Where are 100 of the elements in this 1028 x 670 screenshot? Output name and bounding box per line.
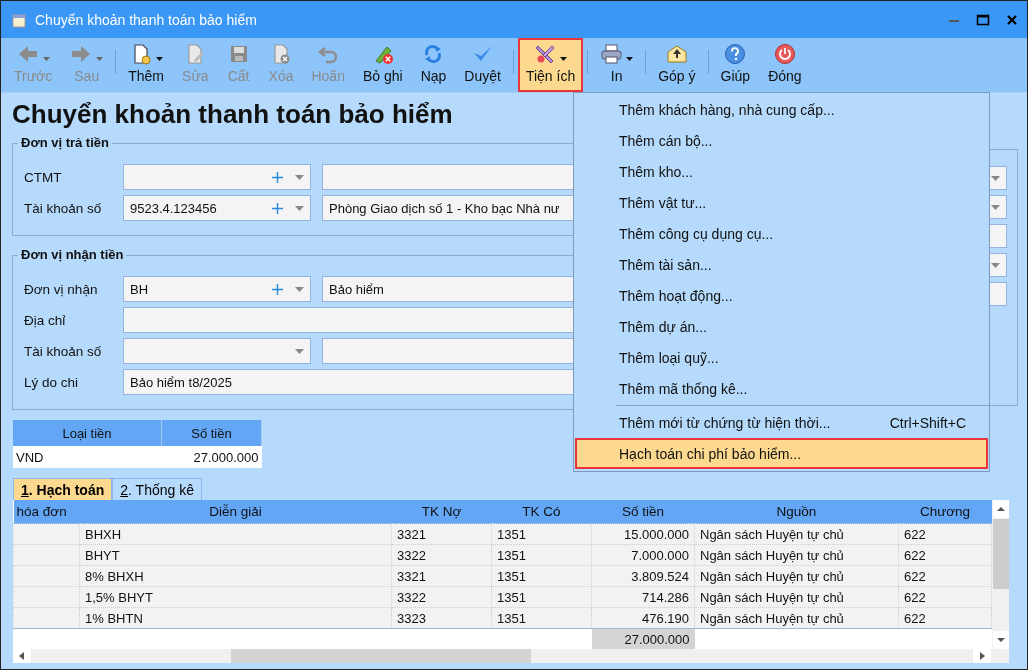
table-cell: 1% BHTN <box>79 607 392 629</box>
column-header: TK Nợ <box>391 500 492 524</box>
field-label: Địa chỉ <box>24 312 67 328</box>
column-header: hóa đơn <box>13 500 80 524</box>
toolbar-button[interactable]: Đóng <box>760 38 810 92</box>
table-cell: 1,5% BHYT <box>79 586 392 608</box>
vertical-scrollbar[interactable] <box>992 500 1009 649</box>
tab[interactable]: 2. Thống kê <box>112 478 202 500</box>
toolbar-button[interactable]: Góp ý <box>650 38 704 92</box>
scrollbar-thumb[interactable] <box>992 519 1009 589</box>
tools-icon <box>534 43 557 65</box>
add-button[interactable] <box>272 202 283 214</box>
plus-icon <box>272 283 283 295</box>
tab[interactable]: 1. Hạch toán <box>13 478 113 500</box>
caret-icon <box>155 57 163 61</box>
text-field[interactable] <box>123 307 576 333</box>
menu-item[interactable]: Thêm loại quỹ... <box>575 342 988 373</box>
menu-item[interactable]: Thêm hoạt động... <box>575 280 988 311</box>
dropdown-arrow-icon[interactable] <box>295 348 304 354</box>
table-cell: Ngân sách Huyện tự chủ <box>694 586 899 608</box>
toolbar-button[interactable]: In <box>592 38 642 92</box>
toolbar-button[interactable]: Duyệt <box>456 38 509 92</box>
table-cell: 1351 <box>491 523 592 545</box>
menu-item[interactable]: Thêm vật tư... <box>575 187 988 218</box>
group-title: Đơn vị nhận tiền <box>18 247 127 262</box>
field-label: Tài khoản số <box>24 200 103 216</box>
menu-item[interactable]: Thêm dự án... <box>575 311 988 342</box>
menu-item[interactable]: Thêm tài sản... <box>575 249 988 280</box>
column-header: Chương <box>898 500 992 524</box>
total-cell: 27.000.000 <box>591 628 695 649</box>
horizontal-scrollbar[interactable] <box>13 649 1009 663</box>
shortcut-label: Ctrl+Shift+C <box>889 414 966 431</box>
close-icon[interactable] <box>1005 12 1019 27</box>
table-cell: Ngân sách Huyện tự chủ <box>694 607 899 629</box>
maximize-icon[interactable] <box>976 12 990 27</box>
table-cell: Ngân sách Huyện tự chủ <box>694 544 899 566</box>
dropdown-arrow-icon[interactable] <box>991 204 1000 210</box>
menu-item[interactable]: Thêm mã thống kê... <box>575 373 988 404</box>
table-cell: Ngân sách Huyện tự chủ <box>694 565 899 587</box>
menu-item[interactable]: Thêm kho... <box>575 156 988 187</box>
column-header: Diễn giải <box>79 500 392 524</box>
table-cell: VND <box>13 446 162 468</box>
form-heading: Chuyển khoản thanh toán bảo hiểm <box>12 99 453 129</box>
scrollbar-thumb[interactable] <box>231 649 531 663</box>
caret-icon <box>560 57 568 61</box>
table-cell: 8% BHXH <box>79 565 392 587</box>
scroll-down-icon[interactable] <box>992 631 1009 649</box>
column-header: Số tiền <box>591 500 695 524</box>
toolbar-button[interactable]: Giúp <box>712 38 759 92</box>
power-icon <box>773 43 796 65</box>
text-field[interactable]: Phòng Giao dịch số 1 - Kho bạc Nhà nư <box>322 195 576 221</box>
dropdown-arrow-icon[interactable] <box>991 262 1000 268</box>
column-header: Số tiền <box>161 420 262 446</box>
text-field[interactable]: Bảo hiểm t8/2025 <box>123 369 576 395</box>
combo-box[interactable]: 9523.4.123456 <box>123 195 311 221</box>
column-header: Nguồn <box>694 500 899 524</box>
dropdown-arrow-icon[interactable] <box>295 174 304 180</box>
combo-box[interactable] <box>123 338 311 364</box>
combo-box[interactable]: BH <box>123 276 311 302</box>
toolbar-button[interactable]: Nạp <box>412 38 455 92</box>
field-label: CTMT <box>24 169 63 185</box>
dropdown-arrow-icon[interactable] <box>991 175 1000 181</box>
toolbar-button[interactable]: Tiện ích <box>517 38 584 92</box>
scroll-right-icon[interactable] <box>973 649 991 663</box>
plus-icon <box>272 171 283 183</box>
help-icon <box>724 43 747 65</box>
menu-item[interactable]: Thêm cán bộ... <box>575 125 988 156</box>
combo-box[interactable] <box>123 164 311 190</box>
caret-icon <box>96 57 104 61</box>
toolbar-button[interactable]: Thêm <box>120 38 173 92</box>
table-cell: BHXH <box>79 523 392 545</box>
window-title: Chuyển khoản thanh toán bảo hiểm <box>35 11 258 28</box>
table-cell: 27.000.000 <box>161 446 262 468</box>
field-label: Tài khoản số <box>24 343 103 359</box>
column-header: Loại tiền <box>13 420 162 446</box>
menu-item[interactable]: Thêm mới từ chứng từ hiện thời... Ctrl+Shift+C <box>575 407 988 438</box>
menu-item[interactable]: Thêm công cụ dụng cụ... <box>575 218 988 249</box>
group-title: Đơn vị trả tiền <box>18 135 112 150</box>
caret-icon <box>42 57 50 61</box>
text-field[interactable] <box>322 338 576 364</box>
printer-icon <box>600 43 623 65</box>
column-header: TK Có <box>491 500 592 524</box>
plus-icon <box>272 202 283 214</box>
menu-item[interactable]: Thêm khách hàng, nhà cung cấp... <box>575 94 988 125</box>
dropdown-arrow-icon[interactable] <box>295 205 304 211</box>
table-cell: 3321 <box>391 523 492 545</box>
field-label: Đơn vị nhận <box>24 281 99 297</box>
scroll-up-icon[interactable] <box>992 500 1009 518</box>
add-button[interactable] <box>272 283 283 295</box>
text-field[interactable]: Bảo hiểm <box>322 276 576 302</box>
table-cell: BHYT <box>79 544 392 566</box>
scroll-left-icon[interactable] <box>13 649 31 663</box>
dropdown-arrow-icon[interactable] <box>295 286 304 292</box>
toolbar-button[interactable]: Bỏ ghi <box>354 38 411 92</box>
add-button[interactable] <box>272 171 283 183</box>
text-field[interactable] <box>322 164 576 190</box>
table-cell: Ngân sách Huyện tự chủ <box>694 523 899 545</box>
menu-item[interactable]: Hạch toán chi phí bảo hiểm... <box>575 438 988 469</box>
caret-icon <box>626 57 634 61</box>
field-label: Lý do chi <box>24 374 80 390</box>
